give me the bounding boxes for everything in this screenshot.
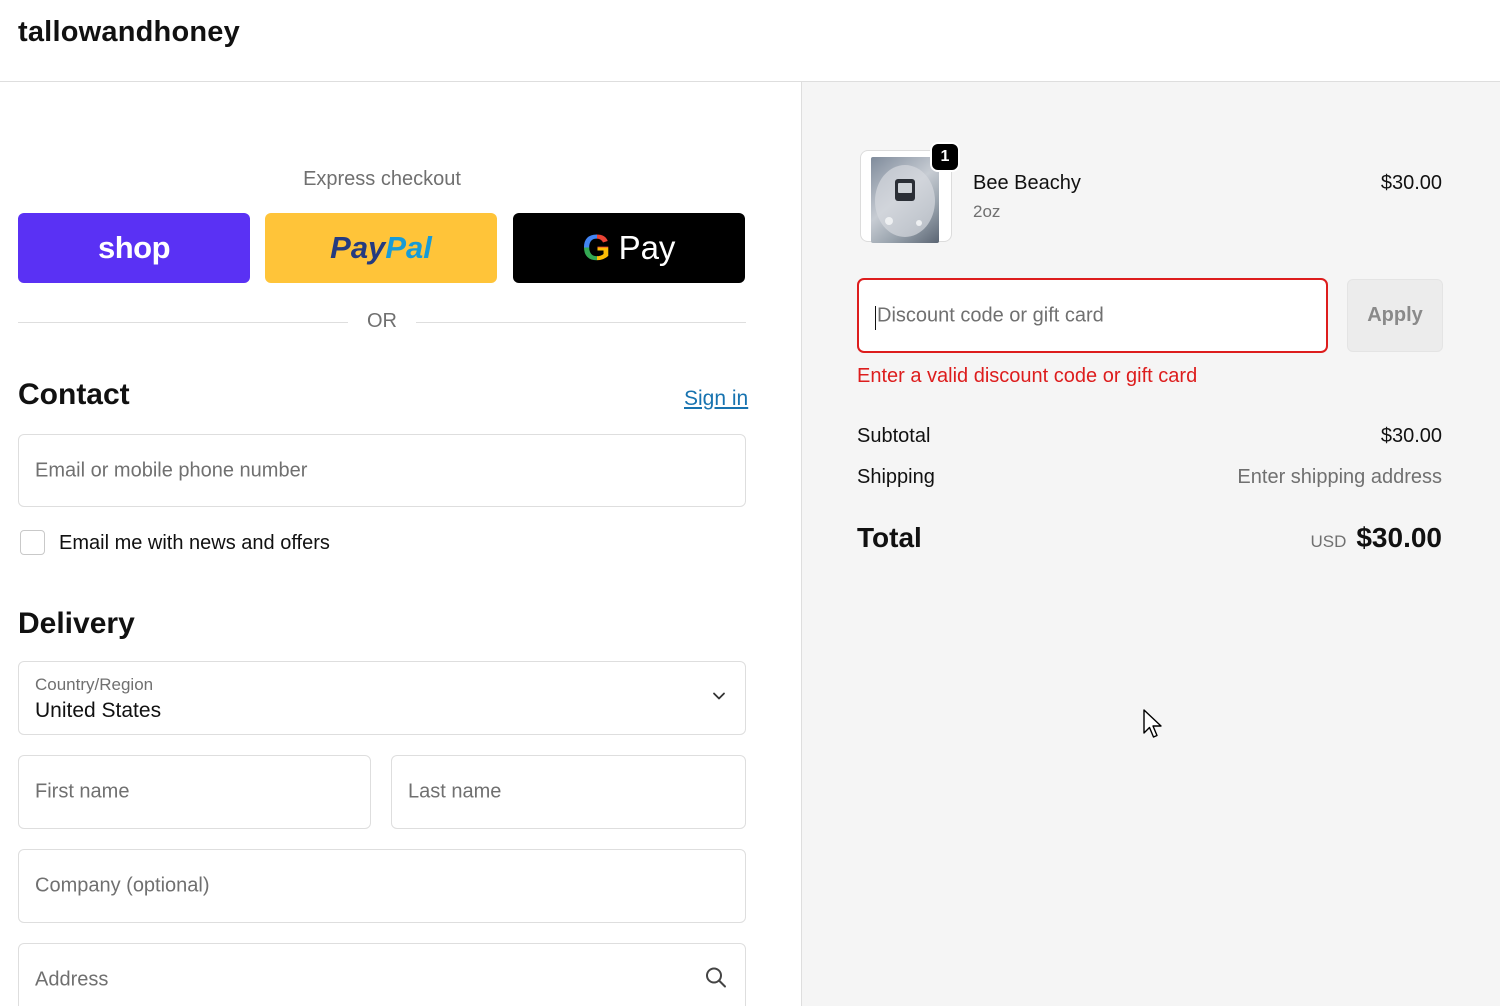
total-amount: USD $30.00 xyxy=(1310,522,1442,554)
email-field[interactable]: Email or mobile phone number xyxy=(18,434,746,507)
paypal-button[interactable]: Pay Pal xyxy=(265,213,497,283)
total-value: $30.00 xyxy=(1356,522,1442,553)
country-value: United States xyxy=(35,699,162,722)
company-placeholder: Company (optional) xyxy=(35,874,210,897)
shop-pay-logo: shop xyxy=(97,230,171,265)
shipping-value: Enter shipping address xyxy=(1237,466,1442,488)
or-divider: OR xyxy=(18,310,746,334)
mouse-cursor-icon xyxy=(1143,709,1163,744)
divider-line-right xyxy=(416,322,746,323)
google-pay-label: Pay xyxy=(618,229,676,266)
delivery-heading: Delivery xyxy=(18,607,135,640)
apply-button[interactable]: Apply xyxy=(1347,279,1443,352)
google-pay-button[interactable]: G Pay xyxy=(513,213,745,283)
subtotal-label: Subtotal xyxy=(857,425,931,447)
search-icon[interactable] xyxy=(705,967,727,994)
address-placeholder: Address xyxy=(35,968,109,991)
contact-heading: Contact xyxy=(18,378,130,411)
quantity-badge: 1 xyxy=(930,142,960,172)
country-label: Country/Region xyxy=(35,675,154,694)
first-name-placeholder: First name xyxy=(35,780,130,803)
google-g-letter: G xyxy=(582,227,611,268)
country-select[interactable]: Country/Region United States xyxy=(18,661,746,735)
company-field[interactable]: Company (optional) xyxy=(18,849,746,923)
product-name: Bee Beachy xyxy=(973,172,1081,194)
total-label: Total xyxy=(857,522,922,553)
sign-in-link[interactable]: Sign in xyxy=(684,387,748,411)
or-label: OR xyxy=(367,310,397,332)
last-name-placeholder: Last name xyxy=(408,780,502,803)
product-image xyxy=(871,157,939,243)
product-variant: 2oz xyxy=(973,202,1001,221)
express-checkout-label: Express checkout xyxy=(303,168,461,190)
discount-placeholder: Discount code or gift card xyxy=(877,304,1104,326)
checkout-form-panel: Express checkout shop Pay Pal G Pay OR Co… xyxy=(0,82,802,1006)
total-currency: USD xyxy=(1310,532,1347,551)
paypal-logo-part2: Pal xyxy=(385,230,432,265)
chevron-down-icon xyxy=(711,688,727,709)
header: tallowandhoney xyxy=(0,0,1500,82)
paypal-logo-part1: Pay xyxy=(330,230,386,265)
shipping-label: Shipping xyxy=(857,466,935,488)
last-name-field[interactable]: Last name xyxy=(391,755,746,829)
divider-line-left xyxy=(18,322,348,323)
discount-error-message: Enter a valid discount code or gift card xyxy=(857,365,1198,387)
newsletter-checkbox[interactable] xyxy=(20,530,45,555)
google-g-icon: G xyxy=(583,227,611,269)
store-logo[interactable]: tallowandhoney xyxy=(18,16,240,49)
discount-input[interactable]: Discount code or gift card xyxy=(857,278,1328,353)
subtotal-value: $30.00 xyxy=(1380,425,1442,447)
order-summary-panel: 1 Bee Beachy 2oz $30.00 Discount code or… xyxy=(802,82,1500,1006)
product-price: $30.00 xyxy=(1380,172,1442,194)
address-field[interactable]: Address xyxy=(18,943,746,1006)
first-name-field[interactable]: First name xyxy=(18,755,371,829)
newsletter-label[interactable]: Email me with news and offers xyxy=(59,532,330,555)
email-placeholder: Email or mobile phone number xyxy=(35,459,308,481)
text-caret xyxy=(875,306,876,330)
shop-pay-button[interactable]: shop xyxy=(18,213,250,283)
